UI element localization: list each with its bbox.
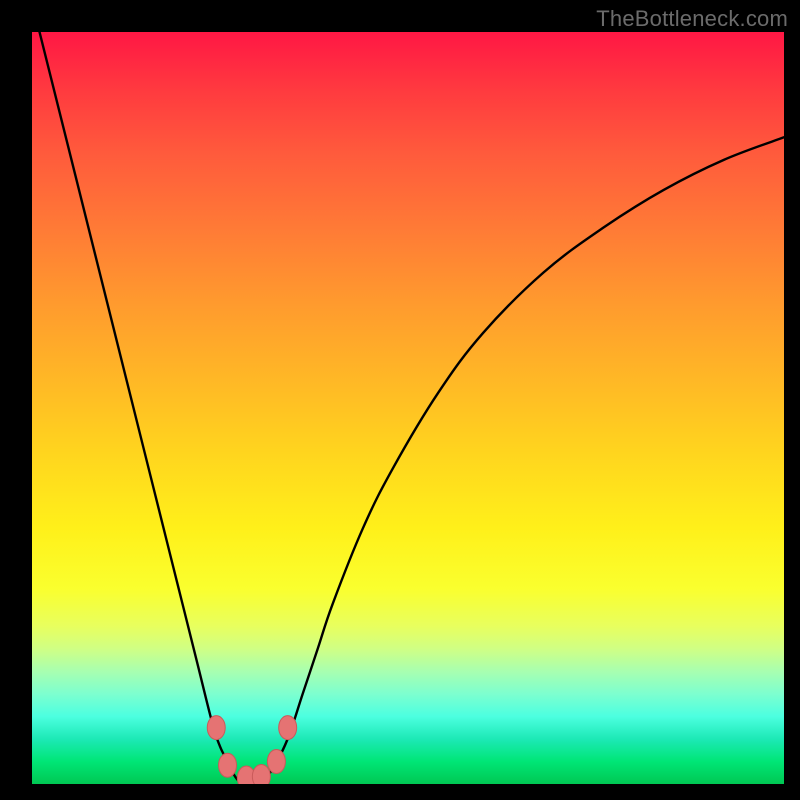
curve-marker <box>267 749 285 773</box>
curve-marker <box>219 753 237 777</box>
chart-frame: TheBottleneck.com <box>0 0 800 800</box>
bottleneck-curve <box>40 32 784 784</box>
curve-layer <box>32 32 784 784</box>
curve-marker <box>279 716 297 740</box>
curve-marker <box>252 764 270 784</box>
curve-marker <box>207 716 225 740</box>
plot-area <box>32 32 784 784</box>
curve-path <box>40 32 784 784</box>
attribution-text: TheBottleneck.com <box>596 6 788 32</box>
